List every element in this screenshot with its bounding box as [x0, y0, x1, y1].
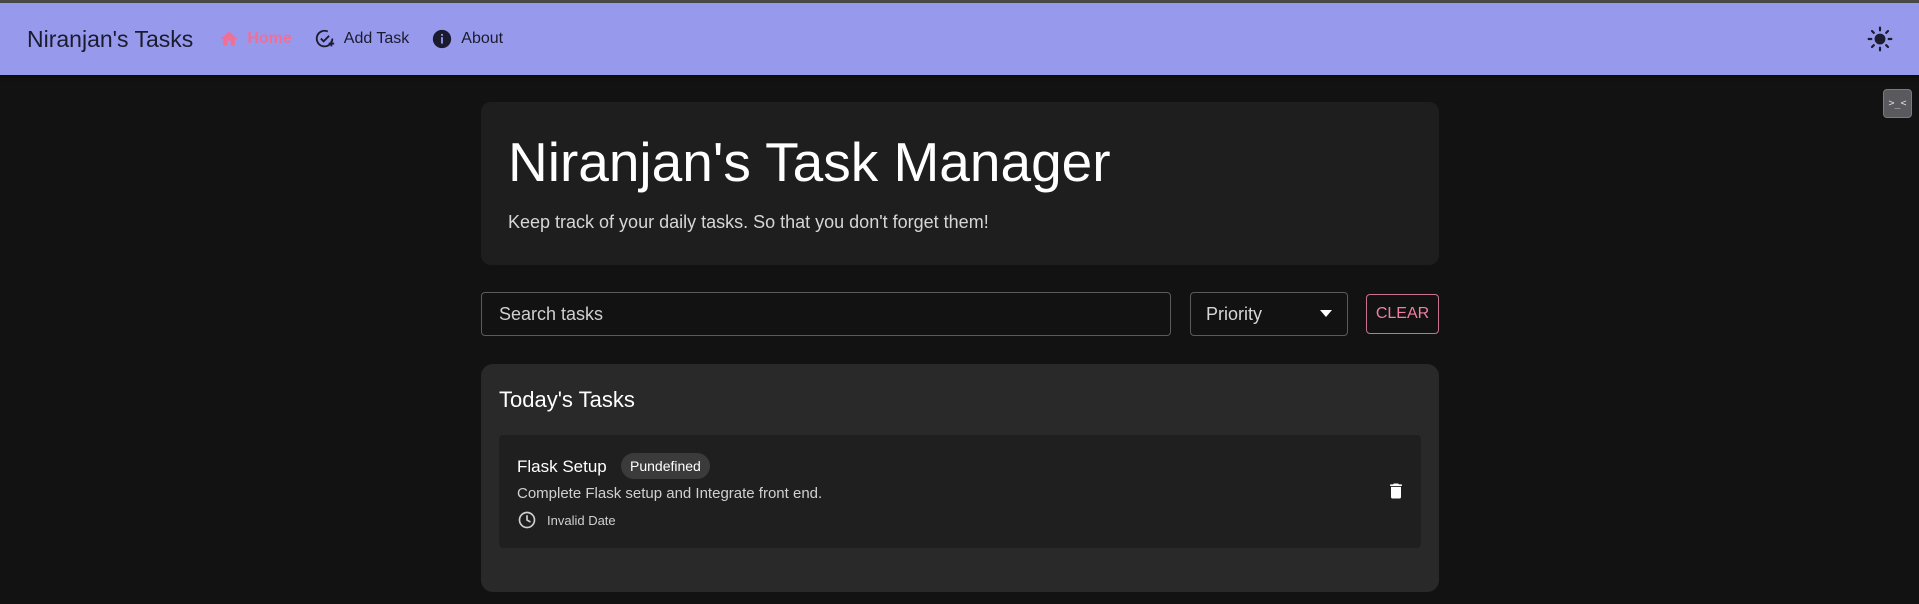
task-description: Complete Flask setup and Integrate front… [517, 485, 823, 502]
delete-task-button[interactable] [1384, 479, 1408, 503]
add-task-icon [315, 29, 334, 48]
caret-down-icon [1320, 310, 1332, 317]
priority-select-label: Priority [1206, 303, 1263, 324]
theme-toggle-button[interactable] [1867, 26, 1893, 52]
extension-icon[interactable]: >_< [1883, 89, 1912, 118]
page-title: Niranjan's Task Manager [508, 131, 1111, 193]
nav-home-link[interactable]: Home [219, 29, 292, 49]
priority-select[interactable]: Priority [1190, 292, 1348, 336]
task-title: Flask Setup [517, 457, 607, 476]
navbar: Niranjan's Tasks Home Add Task About [0, 3, 1919, 75]
home-icon [220, 31, 238, 46]
clear-button[interactable]: CLEAR [1366, 294, 1439, 334]
clock-icon [518, 511, 536, 529]
priority-badge: Pundefined [621, 453, 710, 479]
nav-home-label: Home [247, 30, 292, 47]
nav-about-label: About [461, 30, 504, 47]
sun-icon [1867, 26, 1893, 52]
task-due-date: Invalid Date [517, 510, 616, 530]
nav-about-link[interactable]: About [431, 28, 503, 50]
search-field[interactable] [481, 292, 1171, 336]
trash-icon [1390, 483, 1402, 499]
tasks-section-title: Today's Tasks [499, 387, 635, 412]
tasks-panel: Today's Tasks Flask Setup Pundefined Com… [481, 364, 1439, 592]
brand-title[interactable]: Niranjan's Tasks [27, 26, 193, 53]
info-icon [433, 29, 452, 49]
task-card[interactable]: Flask Setup Pundefined Complete Flask se… [499, 435, 1421, 548]
page-subtitle: Keep track of your daily tasks. So that … [508, 212, 989, 232]
search-input[interactable] [497, 302, 1155, 326]
task-date-text: Invalid Date [547, 512, 616, 528]
hero-card: Niranjan's Task Manager Keep track of yo… [481, 102, 1439, 265]
nav-add-task-link[interactable]: Add Task [314, 28, 410, 50]
nav-add-task-label: Add Task [343, 30, 410, 47]
